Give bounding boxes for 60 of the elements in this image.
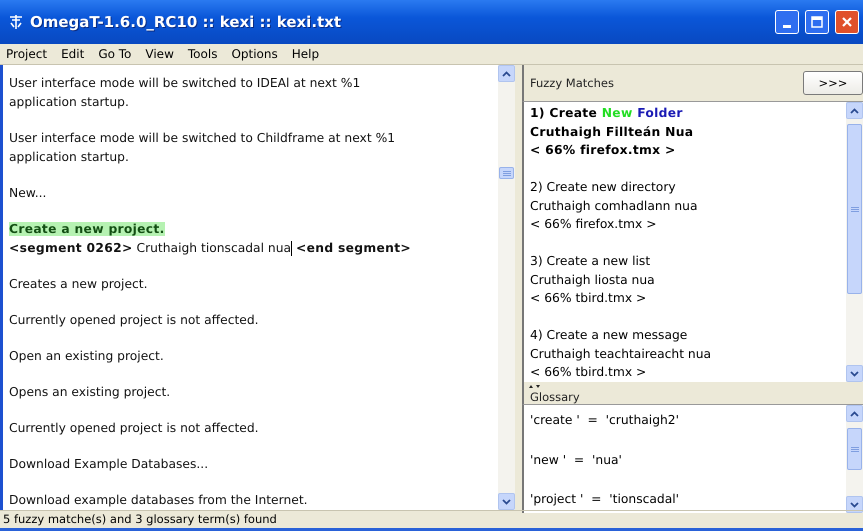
scroll-down-icon[interactable] [850,370,859,376]
fuzzy-match[interactable]: 4) Create a new message Cruthaigh teachtaireacht nua < 66% tbird.tmx > [530,326,846,382]
fuzzy-match[interactable]: 2) Create new directory Cruthaigh comhadlann nua < 66% firefox.tmx > [530,178,846,234]
window-title: OmegaT-1.6.0_RC10 :: kexi :: kexi.txt [30,13,342,31]
scrollbar-thumb[interactable] [847,428,862,470]
status-text: 5 fuzzy matche(s) and 3 glossary term(s) found [3,512,277,526]
segment-text: Opens an existing project. [9,385,170,399]
segment-text: New... [9,186,46,200]
scrollbar-thumb[interactable] [847,124,862,294]
scroll-down-icon[interactable] [502,498,511,504]
pane-title: Glossary [530,390,580,404]
maximize-button[interactable] [805,10,829,34]
grip-icon [850,206,858,212]
menu-item[interactable]: Go To [98,47,132,61]
segment-text: Open an existing project. [9,349,164,363]
grip-icon [850,446,858,452]
active-source-text: Create a new project. [9,222,165,236]
pane-title: Fuzzy Matches [530,76,614,90]
menu-item[interactable]: Tools [188,47,218,61]
segment-text: Download example databases from the Internet. [9,493,308,507]
scroll-up-button[interactable] [846,102,863,119]
more-button[interactable]: >>> [803,71,863,95]
menu-item[interactable]: Edit [61,47,84,61]
segment-text: Currently opened project is not affected. [9,313,259,327]
segment-text: User interface mode will be switched to IDEAl at next %1 application startup. [9,76,360,109]
fuzzy-match[interactable]: 3) Create a new list Cruthaigh liosta nua < 66% tbird.tmx > [530,252,846,308]
scroll-up-button[interactable] [498,65,515,82]
segment-text: User interface mode will be switched to Childframe at next %1 application startup. [9,131,396,164]
scroll-up-icon[interactable] [502,70,511,76]
minimize-icon [783,24,791,28]
scroll-down-icon[interactable] [850,502,859,508]
minimize-button[interactable] [775,10,799,34]
scroll-up-icon[interactable] [850,108,859,114]
scroll-up-icon[interactable] [850,410,859,416]
menu-item[interactable]: Project [6,47,48,61]
splitter-arrows-icon[interactable] [528,384,542,388]
grip-icon [502,170,510,176]
glossary-entry: 'new ' = 'nua' [530,452,623,468]
fuzzy-match[interactable]: 1) Create New Folder Cruthaigh Fillteán Nua < 66% firefox.tmx > [530,104,846,160]
segment-start-tag: <segment 0262> [9,241,133,255]
glossary-entry: 'create ' = 'cruthaigh2' [530,412,680,429]
menu-item[interactable]: View [145,47,174,61]
segment-end-tag: <end segment> [296,241,411,255]
scroll-up-button[interactable] [846,405,863,422]
close-icon [841,16,853,28]
segment-text: Currently opened project is not affected. [9,421,259,435]
close-button[interactable] [835,10,859,34]
segment-text: Creates a new project. [9,277,148,291]
glossary-entry: 'project ' = 'tionscadal' [530,491,680,508]
scroll-down-button[interactable] [846,496,863,513]
menu-item[interactable]: Options [231,47,278,61]
scroll-down-button[interactable] [846,365,863,382]
segment-text: Download Example Databases... [9,457,208,471]
scrollbar-thumb[interactable] [499,167,514,179]
text-cursor [291,241,292,256]
app-icon [8,14,24,30]
scroll-down-button[interactable] [498,493,515,510]
maximize-icon [811,16,823,28]
menu-item[interactable]: Help [292,47,320,61]
translation-field[interactable]: Cruthaigh tionscadal nua [136,241,292,255]
